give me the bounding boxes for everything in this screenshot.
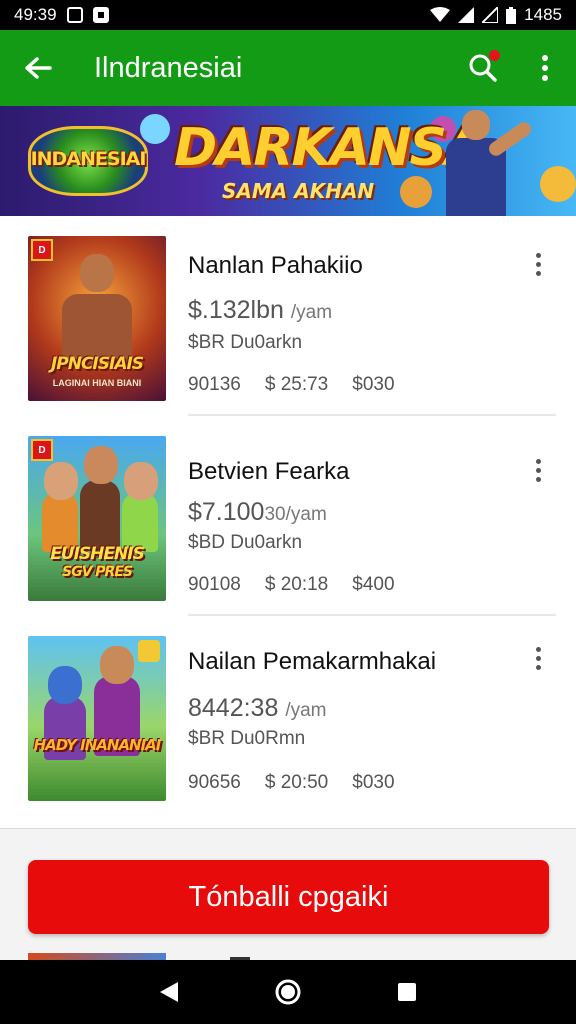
game-thumbnail: D JPNCISIAIS LAGINAI HIAN BIANI [28,236,166,401]
nav-recents-button[interactable] [387,972,427,1012]
overflow-menu-button[interactable] [514,30,576,106]
system-nav-bar [0,960,576,1024]
thumb-title: HADY INANANIAI [33,736,162,754]
app-title: Ilndranesiai [94,51,243,84]
search-button[interactable] [452,30,514,106]
item-subtitle: $BR Du0arkn [188,332,303,353]
square-recents-icon [397,983,416,1001]
thumb-badge: D [31,439,53,461]
promo-banner[interactable]: INDANESIAI DARKANSA SAMA AKHAN [0,106,576,216]
item-subtitle: $BR Du0Rmn [188,728,306,749]
bottom-action-area: Tónballi cpgaiki [0,828,576,961]
status-bar: 49:39 1485 [0,0,576,30]
item-more-button[interactable] [524,640,552,676]
item-price: 8442:38 /yam [188,694,327,722]
game-thumbnail: D EUISHENIS SGV PRES [28,436,166,601]
decor-orb [540,166,576,202]
item-more-button[interactable] [524,246,552,282]
arrow-left-icon [25,57,52,79]
notification-dot [489,50,500,61]
stat-value: $ 20:50 [264,772,329,793]
primary-cta-button[interactable]: Tónballi cpgaiki [28,860,549,934]
game-list: D JPNCISIAIS LAGINAI HIAN BIANI Nanlan P… [0,216,576,828]
signal-icon [482,7,499,23]
stat-value: $ 20:18 [264,574,329,595]
decor-orb [140,114,170,144]
item-stats: 90108 $ 20:18 $400 [188,574,395,596]
stat-value: 90656 [188,772,241,793]
nav-back-button[interactable] [149,972,189,1012]
item-title: Nailan Pemakarmhakai [188,648,437,675]
stat-value: $030 [352,374,395,395]
stat-value: 90136 [188,374,241,395]
stat-value: $400 [352,574,395,595]
wifi-icon [430,7,451,22]
game-thumbnail: HADY INANANIAI [28,636,166,801]
item-stats: 90656 $ 20:50 $030 [188,772,395,794]
thumb-badge: D [31,239,53,261]
banner-hero-character [416,106,536,216]
message-icon [92,7,109,23]
thumb-title: EUISHENIS [50,544,145,564]
item-price: $7.10030/yam [188,498,327,526]
status-time: 49:39 [14,5,57,24]
thumb-subtitle: LAGINAI HIAN BIANI [52,378,142,388]
stat-value: 90108 [188,574,241,595]
app-bar: Ilndranesiai [0,30,576,106]
signal-icon [458,7,475,23]
back-button[interactable] [0,30,76,106]
list-item[interactable]: D JPNCISIAIS LAGINAI HIAN BIANI Nanlan P… [0,216,576,416]
more-vert-icon [542,55,548,81]
banner-subline: SAMA AKHAN [222,179,375,203]
notification-icon [66,7,83,23]
item-price-unit: /yam [285,700,327,721]
circle-home-icon [275,979,301,1005]
thumb-title: JPNCISIAIS [50,354,144,374]
item-subtitle: $BD Du0arkn [188,532,303,553]
banner-logo-text: INDANESIAI [30,148,147,170]
item-stats: 90136 $ 25:73 $030 [188,374,395,396]
stat-value: $030 [352,772,395,793]
list-item[interactable]: D EUISHENIS SGV PRES Betvien Fearka $7.1… [0,416,576,616]
list-item[interactable]: HADY INANANIAI Nailan Pemakarmhakai 8442… [0,616,576,816]
item-price-unit: 30/yam [264,504,327,525]
nav-home-button[interactable] [268,972,308,1012]
stat-value: $ 25:73 [264,374,329,395]
item-price: $.132lbn /yam [188,296,333,324]
item-price-unit: /yam [290,302,333,323]
status-right-text: 1485 [524,5,562,24]
battery-icon [506,6,517,24]
item-more-button[interactable] [524,452,552,488]
item-title: Betvien Fearka [188,458,350,485]
triangle-back-icon [160,982,179,1002]
thumb-subtitle: SGV PRES [62,564,133,580]
item-title: Nanlan Pahakiio [188,252,363,279]
